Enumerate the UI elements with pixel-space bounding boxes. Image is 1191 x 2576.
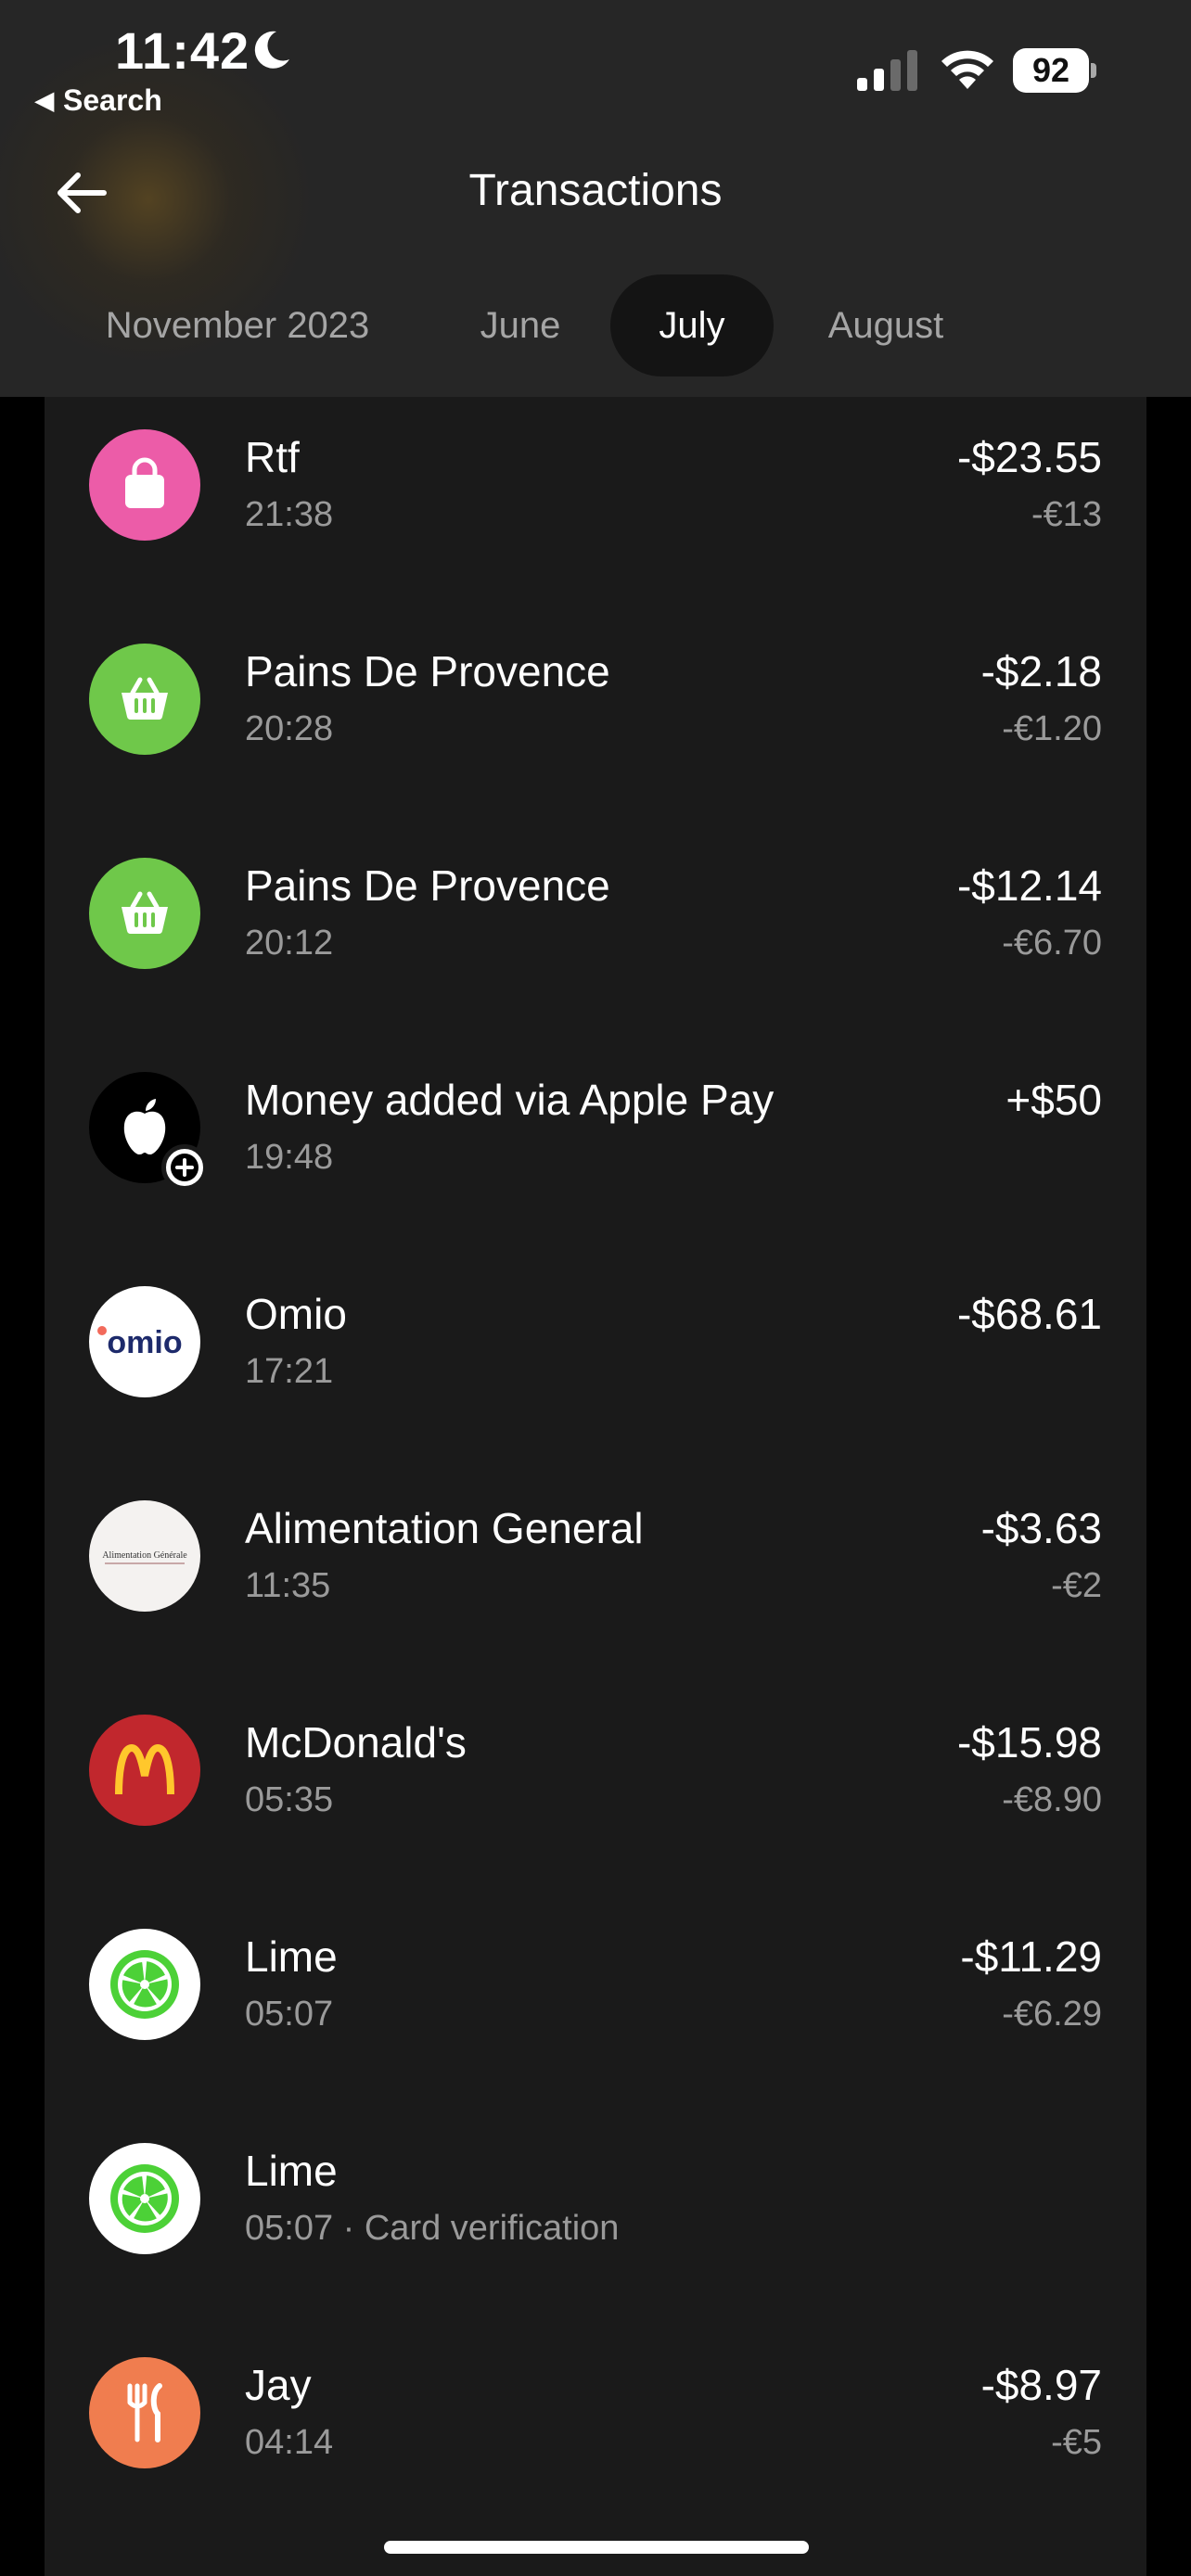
transaction-amount: -$68.61: [956, 1290, 1102, 1338]
transaction-amount: -$2.18: [980, 647, 1102, 695]
back-triangle-icon: ◀: [35, 86, 54, 114]
transaction-name: Lime: [245, 1932, 338, 1981]
transactions-screen: 11:42 ◀ Search 92 Transactions November …: [0, 0, 1191, 2576]
transaction-local-amount: -€2: [1051, 1566, 1102, 1605]
transaction-local-amount: -€5: [1051, 2423, 1102, 2462]
omio-logo-text: omio: [107, 1325, 182, 1360]
transaction-local-amount: -€1.20: [1002, 709, 1102, 748]
tab-november-2023[interactable]: November 2023: [67, 274, 408, 376]
header: 11:42 ◀ Search 92 Transactions November …: [0, 0, 1191, 397]
transaction-row[interactable]: Pains De Provence 20:28 -$2.18 -€1.20: [45, 611, 1146, 825]
transaction-name: Lime: [245, 2147, 338, 2195]
transaction-row[interactable]: Money added via Apple Pay 19:48 +$50: [45, 1039, 1146, 1254]
shopping-bag-icon: [89, 429, 200, 541]
transaction-amount: -$11.29: [960, 1932, 1102, 1981]
transaction-time: 05:35: [245, 1780, 334, 1819]
status-time: 11:42: [115, 21, 250, 80]
transaction-amount: -$23.55: [956, 433, 1102, 481]
transaction-amount: -$15.98: [956, 1718, 1102, 1766]
home-indicator[interactable]: [384, 2541, 809, 2554]
transaction-time: 17:21: [245, 1352, 334, 1391]
transaction-row[interactable]: Jay 04:14 -$8.97 -€5: [45, 2325, 1146, 2539]
transaction-time: 04:14: [245, 2423, 334, 2462]
plus-badge-icon: [161, 1144, 208, 1191]
basket-icon: [89, 644, 200, 755]
back-to-search-label: Search: [63, 83, 162, 117]
transaction-name: Jay: [245, 2361, 312, 2409]
transaction-name: Pains De Provence: [245, 647, 610, 695]
transaction-row[interactable]: Lime 05:07 · Card verification: [45, 2111, 1146, 2325]
page-title: Transactions: [468, 166, 723, 215]
transaction-row[interactable]: McDonald's 05:35 -$15.98 -€8.90: [45, 1682, 1146, 1896]
transaction-name: Pains De Provence: [245, 861, 610, 910]
transaction-row[interactable]: Rtf 21:38 -$23.55 -€13: [45, 397, 1146, 611]
wifi-icon: [941, 50, 993, 89]
transaction-local-amount: -€6.29: [1002, 1995, 1102, 2034]
tab-august[interactable]: August: [801, 274, 970, 376]
transaction-local-amount: -€8.90: [1002, 1780, 1102, 1819]
alimentation-logo-text: Alimentation Générale: [102, 1550, 187, 1561]
battery-nub: [1091, 63, 1096, 78]
transaction-row[interactable]: Pains De Provence 20:12 -$12.14 -€6.70: [45, 825, 1146, 1039]
transaction-time: 20:12: [245, 924, 334, 963]
transaction-amount: -$12.14: [956, 861, 1102, 910]
lime-logo: [89, 2143, 200, 2254]
transaction-time: 19:48: [245, 1138, 334, 1177]
status-bar: 11:42 ◀ Search 92: [0, 0, 1191, 130]
month-tabs: November 2023 June July August: [0, 274, 1191, 376]
basket-icon: [89, 858, 200, 969]
transaction-list: Rtf 21:38 -$23.55 -€13 Pains De Provence…: [45, 397, 1146, 2576]
tab-june[interactable]: June: [449, 274, 592, 376]
transaction-local-amount: -€13: [1031, 495, 1102, 534]
transaction-name: Omio: [245, 1290, 347, 1338]
omio-logo: omio: [89, 1286, 200, 1397]
transaction-name: Alimentation General: [245, 1504, 644, 1552]
transaction-row[interactable]: omio Omio 17:21 -$68.61: [45, 1254, 1146, 1468]
tab-july[interactable]: July: [610, 274, 774, 376]
transaction-time: 21:38: [245, 495, 334, 534]
moon-icon: [254, 31, 289, 69]
transaction-name: Rtf: [245, 433, 300, 481]
transaction-amount: -$8.97: [980, 2361, 1102, 2409]
transaction-time: 11:35: [245, 1566, 331, 1605]
back-to-search-link[interactable]: ◀ Search: [35, 83, 162, 118]
transaction-amount: +$50: [1005, 1076, 1102, 1124]
mcdonalds-logo: [89, 1715, 200, 1826]
transaction-row[interactable]: Lime 05:07 -$11.29 -€6.29: [45, 1896, 1146, 2111]
transaction-name: McDonald's: [245, 1718, 467, 1766]
lime-logo: [89, 1929, 200, 2040]
battery-indicator: 92: [1013, 48, 1096, 93]
transaction-amount: -$3.63: [980, 1504, 1102, 1552]
transaction-time: 20:28: [245, 709, 334, 748]
transaction-time: 05:07 · Card verification: [245, 2209, 620, 2248]
battery-level: 92: [1013, 48, 1089, 93]
alimentation-logo: Alimentation Générale: [89, 1500, 200, 1612]
fork-knife-icon: [89, 2357, 200, 2468]
transaction-local-amount: -€6.70: [1002, 924, 1102, 963]
cellular-signal-icon: [857, 50, 917, 91]
transaction-name: Money added via Apple Pay: [245, 1076, 775, 1124]
transaction-row[interactable]: Alimentation Générale Alimentation Gener…: [45, 1468, 1146, 1682]
apple-icon: [89, 1072, 208, 1191]
transaction-time: 05:07: [245, 1995, 334, 2034]
